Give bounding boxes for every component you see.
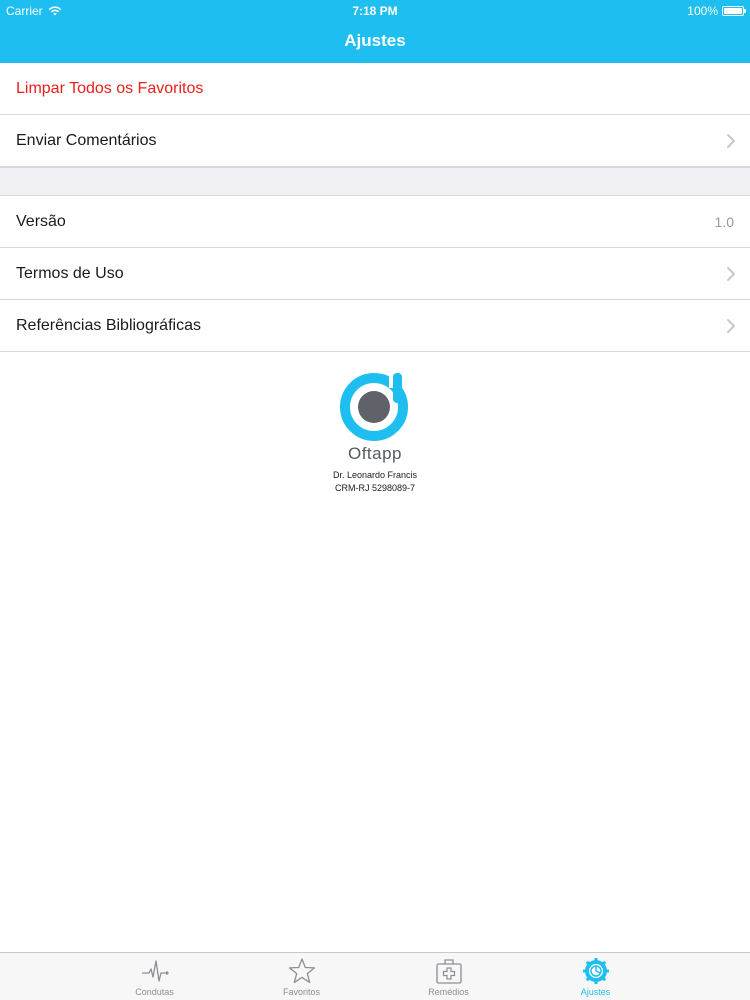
references-label: Referências Bibliográficas: [16, 316, 201, 334]
info-group: Versão 1.0 Termos de Uso Referências Bib…: [0, 195, 750, 352]
section-separator: [0, 167, 750, 195]
pulse-icon: [141, 960, 169, 982]
send-feedback-label: Enviar Comentários: [16, 131, 157, 149]
chevron-right-icon: [727, 266, 735, 281]
status-bar: Carrier 7:18 PM 100%: [0, 0, 750, 22]
settings-screen: Carrier 7:18 PM 100% Ajustes Limpar Todo…: [0, 0, 750, 1000]
registration-number: CRM-RJ 5298089-7: [334, 483, 416, 493]
chevron-right-icon: [727, 133, 735, 148]
terms-label: Termos de Uso: [16, 264, 124, 282]
tab-remedios[interactable]: Remédios: [375, 953, 522, 1000]
tab-label: Favoritos: [282, 987, 320, 997]
chevron-right-icon: [727, 318, 735, 333]
medical-kit-icon: [435, 959, 462, 984]
tab-bar: Condutas Favoritos Remédios Ajustes: [0, 952, 750, 1000]
clear-favorites-row[interactable]: Limpar Todos os Favoritos: [0, 63, 750, 115]
status-time: 7:18 PM: [352, 4, 398, 18]
version-row: Versão 1.0: [0, 196, 750, 248]
references-row[interactable]: Referências Bibliográficas: [0, 300, 750, 352]
battery-icon: [722, 6, 746, 16]
version-label: Versão: [16, 212, 66, 230]
send-feedback-row[interactable]: Enviar Comentários: [0, 115, 750, 167]
about-block: Oftapp Dr. Leonardo Francis CRM-RJ 52980…: [0, 370, 750, 495]
tab-ajustes[interactable]: Ajustes: [522, 953, 669, 1000]
actions-group: Limpar Todos os Favoritos Enviar Comentá…: [0, 63, 750, 167]
tab-condutas[interactable]: Condutas: [81, 953, 228, 1000]
battery-percent: 100%: [687, 4, 718, 18]
tab-label: Ajustes: [580, 987, 611, 997]
app-name: Oftapp: [347, 444, 403, 463]
version-value: 1.0: [714, 213, 734, 230]
navigation-header: Carrier 7:18 PM 100% Ajustes: [0, 0, 750, 63]
tab-favoritos[interactable]: Favoritos: [228, 953, 375, 1000]
terms-row[interactable]: Termos de Uso: [0, 248, 750, 300]
star-icon: [288, 958, 315, 984]
tab-label: Condutas: [135, 987, 174, 997]
gear-icon: [582, 958, 609, 984]
status-right: 100%: [687, 4, 746, 18]
tab-label: Remédios: [428, 987, 469, 997]
page-title: Ajustes: [344, 31, 406, 50]
author-name: Dr. Leonardo Francis: [332, 470, 418, 480]
oftapp-logo-icon: [340, 370, 408, 441]
clear-favorites-label: Limpar Todos os Favoritos: [16, 79, 204, 97]
